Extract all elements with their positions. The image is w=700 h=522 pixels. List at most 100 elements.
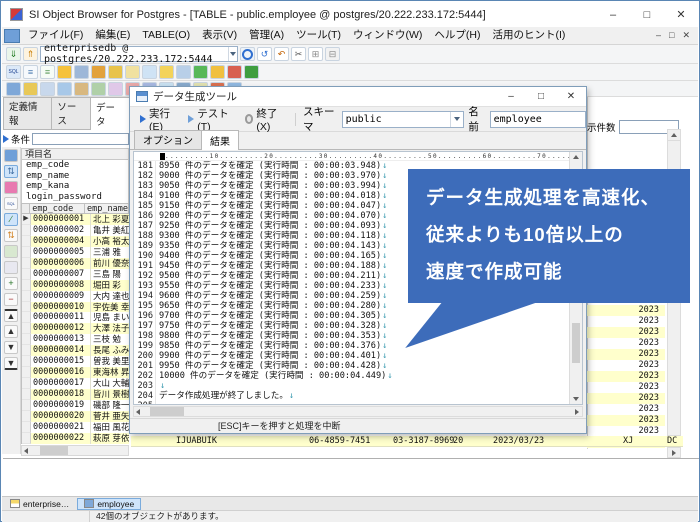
table-row[interactable]: 0000000004 小高 裕太 bbox=[22, 236, 129, 247]
lock-icon[interactable] bbox=[108, 65, 123, 79]
table-row[interactable]: 0000000015 曽我 美里 bbox=[22, 356, 129, 367]
connect-icon[interactable]: ⇓ bbox=[6, 47, 21, 61]
tab-results[interactable]: 結果 bbox=[201, 130, 239, 150]
security-icon[interactable] bbox=[125, 65, 140, 79]
grid-header-emp-code[interactable]: emp_code bbox=[30, 204, 85, 213]
filter-icon[interactable]: ⇅ bbox=[4, 165, 18, 178]
stop-icon[interactable] bbox=[240, 47, 255, 61]
scroll-up-icon[interactable] bbox=[573, 155, 579, 159]
menu-item[interactable]: ファイル(F) bbox=[22, 27, 89, 44]
refresh-icon[interactable]: ↺ bbox=[257, 47, 272, 61]
table-row[interactable]: 0000000021 福田 風花 bbox=[22, 422, 129, 433]
table-row-under-dialog[interactable]: IJUABUIK 06-4859-7451 03-3187-8969 20 20… bbox=[131, 436, 683, 447]
records-icon[interactable] bbox=[4, 149, 18, 162]
snapshot-icon[interactable] bbox=[210, 65, 225, 79]
object-list-icon[interactable] bbox=[74, 65, 89, 79]
last-row-icon[interactable]: ▼ bbox=[4, 357, 18, 370]
dialog-close-button[interactable]: ✕ bbox=[556, 87, 586, 106]
table-row[interactable]: 0000000019 磯部 隆一 bbox=[22, 400, 129, 411]
quit-button[interactable]: 終了(X) bbox=[241, 104, 289, 135]
user-icon[interactable] bbox=[57, 65, 72, 79]
table-row[interactable]: 0000000018 皆川 景樹 bbox=[22, 389, 129, 400]
column-item[interactable]: emp_name bbox=[22, 171, 128, 182]
dialog-maximize-button[interactable]: □ bbox=[526, 87, 556, 106]
export-icon[interactable] bbox=[244, 65, 259, 79]
session-icon[interactable] bbox=[91, 65, 106, 79]
add-row-icon[interactable]: + bbox=[4, 277, 18, 290]
dialog-horizontal-scrollbar[interactable] bbox=[133, 406, 583, 417]
chevron-down-icon[interactable] bbox=[228, 47, 238, 61]
column-item[interactable]: emp_kana bbox=[22, 181, 128, 192]
undo-icon[interactable]: ↶ bbox=[274, 47, 289, 61]
key-icon[interactable] bbox=[159, 65, 174, 79]
connection-combobox[interactable]: enterprisedb @ postgres/20.222.233.172:5… bbox=[40, 46, 238, 62]
column-item[interactable]: emp_code bbox=[22, 160, 128, 171]
menu-item[interactable]: TABLE(O) bbox=[136, 27, 196, 44]
sql-log-icon[interactable]: SQL bbox=[4, 197, 18, 210]
column-item[interactable]: login_password bbox=[22, 192, 128, 203]
table-row[interactable]: 0000000012 大澤 法子 bbox=[22, 323, 129, 334]
export-row-icon[interactable] bbox=[4, 245, 18, 258]
dialog-minimize-button[interactable]: – bbox=[496, 87, 526, 106]
edit-pencil-icon[interactable]: ∕ bbox=[4, 213, 18, 226]
scroll-right-icon[interactable] bbox=[672, 450, 676, 456]
employee-grid[interactable]: ▶ 0000000001 北上 彩夏 0000000002 亀井 美紅 0000… bbox=[21, 214, 129, 444]
scrollbar-thumb[interactable] bbox=[40, 446, 68, 455]
next-row-icon[interactable]: ▼ bbox=[4, 341, 18, 354]
tab-definition[interactable]: 定義情報 bbox=[3, 97, 52, 129]
menu-item[interactable]: 表示(V) bbox=[196, 27, 243, 44]
table-row[interactable]: 0000000002 亀井 美紅 bbox=[22, 225, 129, 236]
recycle-icon[interactable] bbox=[193, 65, 208, 79]
script-editor-icon[interactable]: ≡ bbox=[23, 65, 38, 79]
index-icon[interactable] bbox=[74, 82, 89, 96]
mdi-close-button[interactable]: ✕ bbox=[682, 30, 690, 41]
grid-horizontal-scrollbar[interactable] bbox=[21, 445, 129, 456]
reorder-icon[interactable]: ⇅ bbox=[4, 229, 18, 242]
table-row[interactable]: 0000000006 前川 優奈 bbox=[22, 258, 129, 269]
maximize-button[interactable]: □ bbox=[630, 2, 664, 27]
eraser-icon[interactable] bbox=[4, 181, 18, 194]
sql-editor-icon[interactable]: SQL bbox=[6, 65, 21, 79]
table-row[interactable]: 0000000005 三浦 雅 bbox=[22, 247, 129, 258]
condition-input[interactable] bbox=[32, 133, 129, 145]
compare-icon[interactable] bbox=[227, 65, 242, 79]
mdi-minimize-button[interactable]: – bbox=[656, 30, 661, 41]
table-row[interactable]: 0000000013 三枝 勉 bbox=[22, 334, 129, 345]
copy-icon[interactable]: ⊞ bbox=[308, 47, 323, 61]
main-horizontal-scroll-right[interactable] bbox=[667, 447, 681, 458]
ddl-editor-icon[interactable]: ≡ bbox=[40, 65, 55, 79]
table-row[interactable]: ▶ 0000000001 北上 彩夏 bbox=[22, 214, 129, 225]
chevron-down-icon[interactable] bbox=[450, 112, 463, 127]
scrollbar-thumb[interactable] bbox=[150, 407, 184, 416]
scroll-left-icon[interactable] bbox=[136, 409, 140, 415]
tab-source[interactable]: ソース bbox=[51, 97, 91, 129]
grant-icon[interactable] bbox=[176, 65, 191, 79]
table-row[interactable]: 0000000022 萩原 芽依 bbox=[22, 433, 129, 444]
view-icon[interactable] bbox=[57, 82, 72, 96]
scroll-left-icon[interactable] bbox=[24, 448, 28, 454]
tab-options[interactable]: オプション bbox=[134, 130, 202, 149]
table-row[interactable]: 0000000007 三島 陽 bbox=[22, 269, 129, 280]
first-row-icon[interactable]: ▲ bbox=[4, 309, 18, 322]
table-row[interactable]: 0000000008 堀田 彩 bbox=[22, 280, 129, 291]
scroll-up-icon[interactable] bbox=[671, 133, 677, 137]
menu-item[interactable]: ツール(T) bbox=[290, 27, 347, 44]
mdi-restore-button[interactable]: □ bbox=[669, 30, 674, 41]
matview-icon[interactable] bbox=[91, 82, 106, 96]
table-row[interactable]: 0000000010 宇佐美 幸 bbox=[22, 302, 129, 313]
copy-row-icon[interactable] bbox=[4, 261, 18, 274]
scroll-down-icon[interactable] bbox=[573, 397, 579, 401]
sequence-icon[interactable] bbox=[108, 82, 123, 96]
name-input[interactable]: employee bbox=[490, 111, 586, 128]
delete-row-icon[interactable]: − bbox=[4, 293, 18, 306]
prev-row-icon[interactable]: ▲ bbox=[4, 325, 18, 338]
table-row[interactable]: 0000000016 東海林 昇 bbox=[22, 367, 129, 378]
cut-icon[interactable]: ✂ bbox=[291, 47, 306, 61]
table-row[interactable]: 0000000011 児島 まい bbox=[22, 312, 129, 323]
menu-item[interactable]: 活用のヒント(I) bbox=[486, 27, 571, 44]
menu-item[interactable]: 編集(E) bbox=[89, 27, 136, 44]
calendar-icon[interactable] bbox=[40, 82, 55, 96]
table-row[interactable]: 0000000009 大内 達也 bbox=[22, 291, 129, 302]
schema-select[interactable]: public bbox=[342, 111, 465, 128]
tab-data[interactable]: データ bbox=[90, 97, 130, 130]
